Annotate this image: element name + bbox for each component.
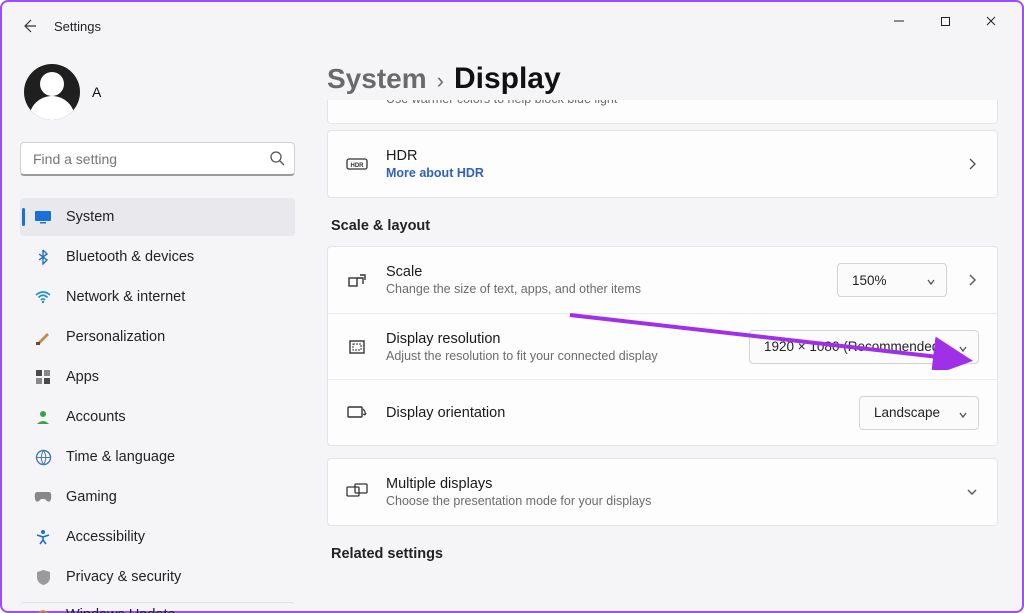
nav-item-bluetooth[interactable]: Bluetooth & devices [20, 238, 295, 276]
section-related: Related settings [331, 546, 998, 562]
nav-label: Accessibility [66, 529, 145, 545]
search-input[interactable] [20, 142, 295, 176]
monitor-icon [34, 208, 52, 226]
nav-item-time[interactable]: Time & language [20, 438, 295, 476]
close-button[interactable] [968, 6, 1014, 36]
minimize-button[interactable] [876, 6, 922, 36]
row-sub: Change the size of text, apps, and other… [386, 282, 819, 296]
setting-row-hdr[interactable]: HDR HDR More about HDR [327, 130, 998, 198]
nav-item-gaming[interactable]: Gaming [20, 478, 295, 516]
profile-name: A [92, 84, 101, 100]
row-title: Multiple displays [386, 476, 947, 492]
row-title: Display resolution [386, 331, 731, 347]
nav-label: Accounts [66, 409, 126, 425]
row-title: Display orientation [386, 405, 841, 421]
multiple-displays-icon [346, 481, 368, 503]
row-title: HDR [386, 148, 947, 164]
bluetooth-icon [34, 248, 52, 266]
nav-item-network[interactable]: Network & internet [20, 278, 295, 316]
dropdown-value: 1920 × 1080 (Recommended) [764, 339, 944, 354]
wifi-icon [34, 288, 52, 306]
nav-label: Apps [66, 369, 99, 385]
nav-item-apps[interactable]: Apps [20, 358, 295, 396]
scale-icon [346, 269, 368, 291]
setting-row-resolution[interactable]: Display resolution Adjust the resolution… [328, 313, 997, 379]
settings-window: Settings A System [0, 0, 1024, 613]
breadcrumb-parent[interactable]: System [327, 63, 427, 95]
shield-icon [34, 568, 52, 586]
person-icon [34, 408, 52, 426]
dropdown-value: Landscape [874, 405, 940, 420]
search-icon [269, 150, 285, 166]
chevron-right-icon [965, 157, 979, 171]
row-link[interactable]: More about HDR [386, 166, 947, 180]
avatar [24, 64, 80, 120]
row-sub: Choose the presentation mode for your di… [386, 494, 947, 508]
sidebar: A System Blueto [2, 50, 307, 611]
main: System › Display Use warmer colors to he… [307, 50, 1022, 611]
setting-row-multiple-displays[interactable]: Multiple displays Choose the presentatio… [327, 458, 998, 526]
nav-label: System [66, 209, 114, 225]
row-sub: Adjust the resolution to fit your connec… [386, 349, 731, 363]
app-title: Settings [54, 19, 101, 34]
back-button[interactable] [20, 17, 38, 35]
nav-label: Network & internet [66, 289, 185, 305]
accessibility-icon [34, 528, 52, 546]
profile[interactable]: A [20, 58, 295, 134]
content-scroll[interactable]: Use warmer colors to help block blue lig… [327, 100, 998, 611]
chevron-down-icon [958, 342, 968, 352]
nav-label: Privacy & security [66, 569, 181, 585]
breadcrumb-child: Display [454, 62, 561, 96]
resolution-icon [346, 336, 368, 358]
brush-icon [34, 328, 52, 346]
apps-icon [34, 368, 52, 386]
row-title: Scale [386, 264, 819, 280]
nav-item-accessibility[interactable]: Accessibility [20, 518, 295, 556]
clock-globe-icon [34, 448, 52, 466]
window-controls [876, 6, 1014, 36]
chevron-down-icon [926, 275, 936, 285]
nav-item-system[interactable]: System [20, 198, 295, 236]
nav-item-update[interactable]: Windows Update [20, 602, 295, 613]
setting-row-orientation[interactable]: Display orientation Landscape [328, 379, 997, 445]
nav-label: Gaming [66, 489, 117, 505]
setting-row-nightlight-partial[interactable]: Use warmer colors to help block blue lig… [327, 100, 998, 124]
setting-row-scale[interactable]: Scale Change the size of text, apps, and… [328, 247, 997, 313]
scale-dropdown[interactable]: 150% [837, 263, 947, 297]
gamepad-icon [34, 488, 52, 506]
svg-text:HDR: HDR [351, 163, 365, 169]
section-scale-layout: Scale & layout [331, 218, 998, 234]
chevron-right-icon [965, 273, 979, 287]
nav-list: System Bluetooth & devices Network & int… [20, 198, 295, 613]
chevron-right-icon: › [437, 68, 444, 94]
update-icon [34, 607, 52, 613]
breadcrumb: System › Display [327, 62, 998, 96]
nav-label: Bluetooth & devices [66, 249, 194, 265]
search-wrap [20, 142, 295, 176]
hdr-icon: HDR [346, 153, 368, 175]
dropdown-value: 150% [852, 273, 887, 288]
nav-label: Personalization [66, 329, 165, 345]
nav-item-personalization[interactable]: Personalization [20, 318, 295, 356]
moon-icon [346, 100, 368, 101]
nav-item-accounts[interactable]: Accounts [20, 398, 295, 436]
chevron-down-icon [965, 485, 979, 499]
nav-label: Windows Update [66, 607, 176, 613]
nav-item-privacy[interactable]: Privacy & security [20, 558, 295, 596]
chevron-down-icon [958, 408, 968, 418]
orientation-dropdown[interactable]: Landscape [859, 396, 979, 430]
nav-label: Time & language [66, 449, 175, 465]
orientation-icon [346, 402, 368, 424]
row-sub: Use warmer colors to help block blue lig… [386, 100, 979, 106]
maximize-button[interactable] [922, 6, 968, 36]
resolution-dropdown[interactable]: 1920 × 1080 (Recommended) [749, 330, 979, 364]
header: Settings [2, 2, 1022, 50]
